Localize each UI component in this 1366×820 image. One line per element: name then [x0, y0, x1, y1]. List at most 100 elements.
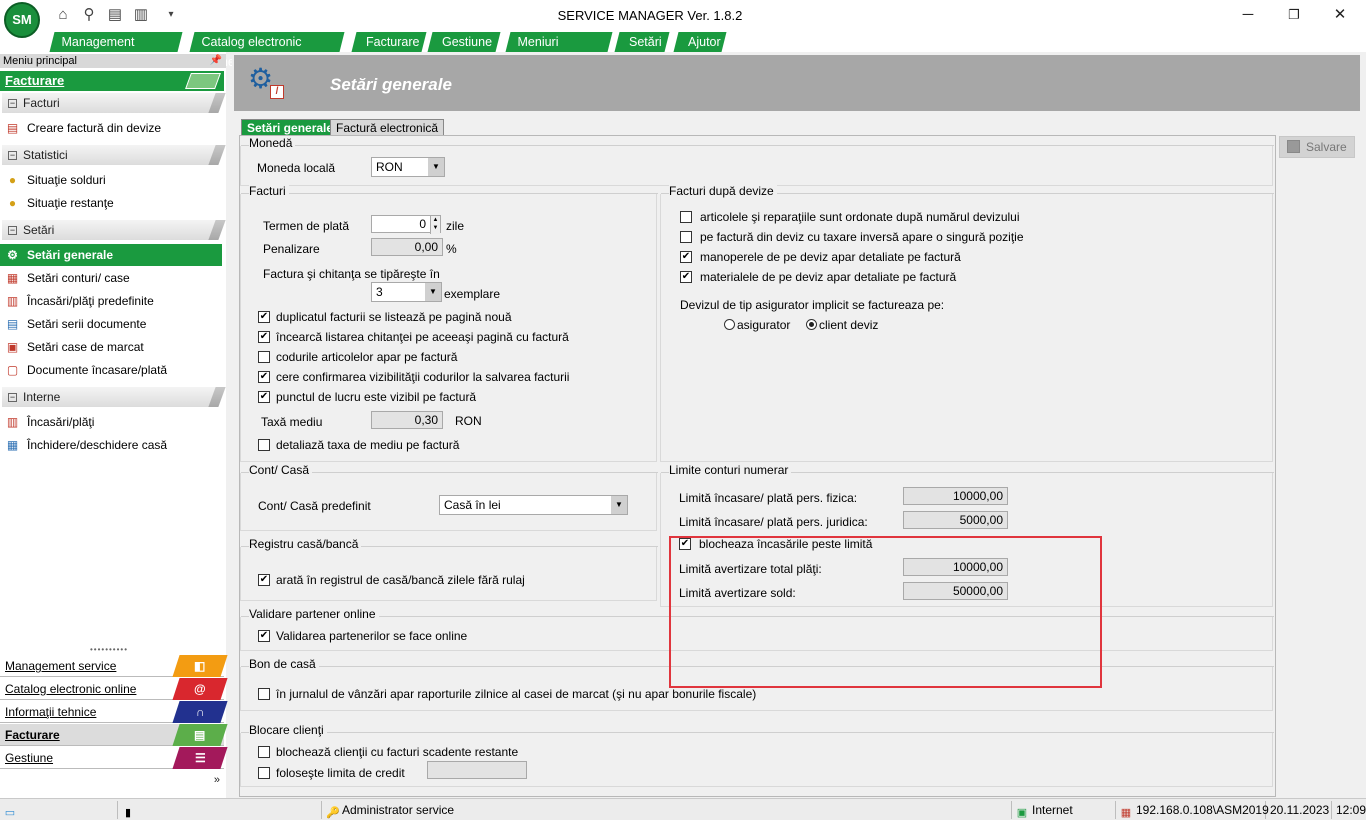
fieldset-blocare-clienti: Blocare clienţi blochează clienţii cu fa…: [240, 723, 1274, 788]
status-time: 12:09: [1336, 803, 1366, 817]
module-catalog-electronic-online[interactable]: Catalog electronic online @: [0, 678, 228, 700]
unit-exemplare: exemplare: [444, 287, 501, 301]
checkbox-manopere-detaliate[interactable]: ✔: [680, 251, 692, 263]
panel-splitter[interactable]: ••••••••••: [90, 645, 128, 654]
invoice-icon: ▤: [6, 121, 19, 135]
collapse-icon[interactable]: −: [8, 393, 17, 403]
nav-setari-generale[interactable]: ⚙ Setări generale: [0, 244, 222, 266]
exemplare-select[interactable]: 3 ▼: [371, 282, 442, 302]
checkbox-duplicat[interactable]: ✔: [258, 311, 270, 323]
menu-facturare[interactable]: Facturare: [351, 32, 427, 52]
unit-ron: RON: [455, 414, 482, 428]
save-button[interactable]: Salvare: [1279, 136, 1355, 158]
payments-icon: ▥: [6, 415, 19, 429]
checkbox-coduri-articole[interactable]: [258, 351, 270, 363]
group-setari[interactable]: − Setări: [2, 220, 216, 240]
save-button-label: Salvare: [1306, 140, 1347, 154]
collapse-icon[interactable]: −: [8, 226, 17, 236]
cont-casa-select[interactable]: Casă în lei ▼: [439, 495, 628, 515]
nav-incasari-plati-predefinite[interactable]: ▥ Încasări/plăţi predefinite: [0, 290, 222, 312]
invoice-section-icon: [185, 73, 221, 89]
radio-client-deviz[interactable]: [806, 319, 817, 330]
section-facturare[interactable]: Facturare: [0, 71, 224, 91]
module-informatii-tehnice[interactable]: Informaţii tehnice ∩: [0, 701, 228, 723]
group-interne[interactable]: − Interne: [2, 387, 216, 407]
checkbox-punct-lucru[interactable]: ✔: [258, 391, 270, 403]
checkbox-validare-online[interactable]: ✔: [258, 630, 270, 642]
app-logo[interactable]: SM: [4, 2, 40, 38]
stepper-icon[interactable]: ▲ ▼: [430, 216, 440, 234]
status-user: 🔑 Administrator service: [322, 801, 1012, 819]
menu-meniuri-favorite[interactable]: Meniuri favorite: [505, 32, 613, 69]
checkbox-confirmare-vizibilitate[interactable]: ✔: [258, 371, 270, 383]
collapse-icon[interactable]: −: [8, 151, 17, 161]
menu-setari[interactable]: Setări: [614, 32, 670, 52]
checkbox-detaliaza-taxa[interactable]: [258, 439, 270, 451]
penalizare-input[interactable]: 0,00: [371, 238, 443, 256]
tab-factura-electronica[interactable]: Factură electronică: [330, 119, 445, 136]
taxa-mediu-input[interactable]: 0,30: [371, 411, 443, 429]
label-taxare-inversa: pe factură din deviz cu taxare inversă a…: [700, 230, 1024, 244]
label-limita-credit: foloseşte limita de credit: [276, 766, 405, 780]
radio-asigurator[interactable]: [724, 319, 735, 330]
moneda-select[interactable]: RON ▼: [371, 157, 445, 177]
close-button[interactable]: ✕: [1320, 4, 1360, 26]
nav-situatie-solduri[interactable]: ● Situaţie solduri: [0, 169, 222, 191]
checkbox-taxare-inversa[interactable]: [680, 231, 692, 243]
nav-setari-conturi-case[interactable]: ▦ Setări conturi/ case: [0, 267, 222, 289]
connection-icon: ▣: [1016, 807, 1028, 819]
nav-incasari-plati[interactable]: ▥ Încasări/plăţi: [0, 411, 222, 433]
label-articole-ordonate: articolele şi reparaţiile sunt ordonate …: [700, 210, 1020, 224]
label-registru-zile: arată în registrul de casă/bancă zilele …: [276, 573, 525, 587]
nav-setari-case-de-marcat[interactable]: ▣ Setări case de marcat: [0, 336, 222, 358]
group-statistici[interactable]: − Statistici: [2, 145, 216, 165]
nav-creare-factura[interactable]: ▤ Creare factură din devize: [0, 117, 222, 139]
menu-gestiune[interactable]: Gestiune: [427, 32, 501, 52]
module-gestiune[interactable]: Gestiune ☰: [0, 747, 228, 769]
nav-inchidere-deschidere-casa[interactable]: ▦ Închidere/deschidere casă: [0, 434, 222, 456]
module-facturare[interactable]: Facturare ▤: [0, 724, 228, 746]
label-punct-lucru: punctul de lucru este vizibil pe factură: [276, 390, 477, 404]
fieldset-moneda: Monedă Moneda locală RON ▼: [240, 136, 1274, 187]
floppy-disk-icon: [1287, 140, 1300, 153]
display-icon: ▭: [4, 807, 16, 819]
chevron-down-icon[interactable]: ▼: [425, 283, 441, 301]
pin-icon[interactable]: 📌: [210, 54, 222, 68]
inventory-icon: ☰: [172, 747, 228, 769]
label-moneda-locala: Moneda locală: [257, 161, 336, 175]
checkbox-limita-credit[interactable]: [258, 767, 270, 779]
nav-documente-incasare-plata[interactable]: ▢ Documente încasare/plată: [0, 359, 222, 381]
checkbox-materiale-detaliate[interactable]: ✔: [680, 271, 692, 283]
collapse-icon[interactable]: −: [8, 99, 17, 109]
minimize-button[interactable]: ─: [1228, 4, 1268, 26]
limita-fizica-input[interactable]: 10000,00: [903, 487, 1008, 505]
gear-icon: ⚙: [7, 248, 18, 262]
label-blocheaza-clienti: blochează clienţii cu facturi scadente r…: [276, 745, 519, 759]
menu-ajutor[interactable]: Ajutor: [673, 32, 727, 52]
menu-management-service[interactable]: Management service: [49, 32, 183, 69]
checkbox-chitanta-aceeasi-pagina[interactable]: ✔: [258, 331, 270, 343]
label-confirmare-vizibilitate: cere confirmarea vizibilităţii codurilor…: [276, 370, 570, 384]
tab-setari-generale[interactable]: Setări generale: [241, 119, 340, 136]
termen-plata-input[interactable]: 0 ▲ ▼: [371, 215, 441, 234]
menu-catalog-electronic-online[interactable]: Catalog electronic online: [189, 32, 345, 69]
nav-situatie-restante[interactable]: ● Situaţie restanţe: [0, 192, 222, 214]
label-limita-juridica: Limită încasare/ plată pers. juridica:: [679, 515, 868, 529]
nav-setari-serii-documente[interactable]: ▤ Setări serii documente: [0, 313, 222, 335]
chevron-down-icon[interactable]: »: [214, 774, 220, 786]
label-materiale-detaliate: materialele de pe deviz apar detaliate p…: [700, 270, 957, 284]
chevron-down-icon[interactable]: ▼: [611, 496, 627, 514]
settings-content: Monedă Moneda locală RON ▼ Facturi Terme…: [239, 135, 1276, 797]
main-area: ⚙ / Setări generale Setări generale Fact…: [232, 52, 1366, 798]
maximize-button[interactable]: ❐: [1274, 4, 1314, 26]
limita-juridica-input[interactable]: 5000,00: [903, 511, 1008, 529]
checkbox-articole-ordonate[interactable]: [680, 211, 692, 223]
checkbox-registru-zile[interactable]: ✔: [258, 574, 270, 586]
group-facturi[interactable]: − Facturi: [2, 93, 216, 113]
module-management-service[interactable]: Management service ◧: [0, 655, 228, 677]
checkbox-blocheaza-clienti[interactable]: [258, 746, 270, 758]
chevron-down-icon[interactable]: ▼: [428, 158, 444, 176]
status-panel-display: ▭: [0, 801, 118, 819]
limita-credit-input[interactable]: [427, 761, 527, 779]
checkbox-jurnal-vanzari[interactable]: [258, 688, 270, 700]
